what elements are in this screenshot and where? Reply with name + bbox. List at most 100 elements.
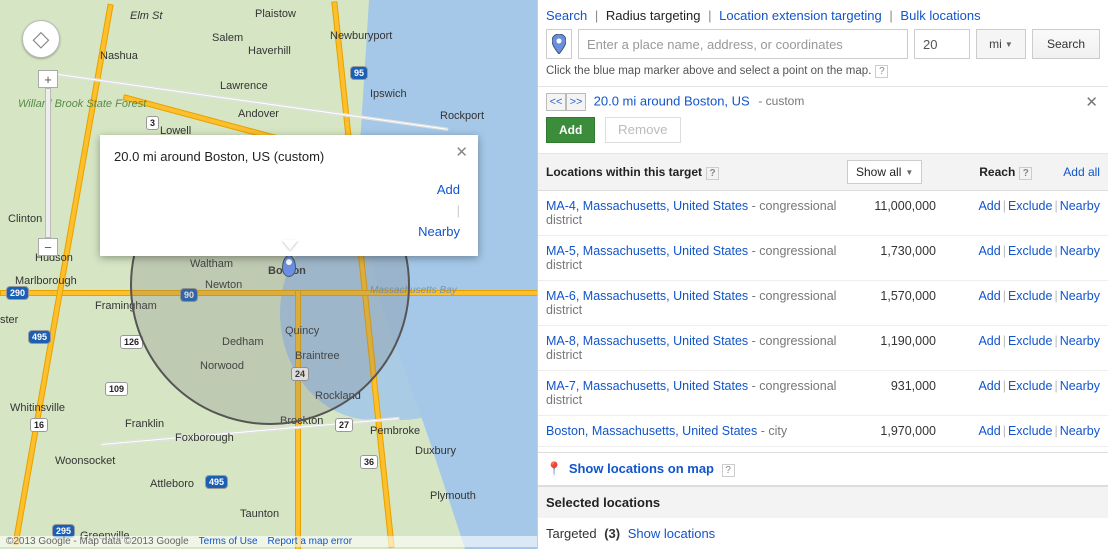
table-row: MA-6, Massachusetts, United States - con…: [538, 281, 1108, 326]
location-name[interactable]: MA-8, Massachusetts, United States: [546, 334, 748, 348]
tab-radius[interactable]: Radius targeting: [606, 8, 701, 23]
label-ipswich: Ipswich: [370, 88, 407, 100]
label-woonsocket: Woonsocket: [55, 455, 115, 467]
shield-i495b: 495: [205, 475, 228, 489]
row-nearby-link[interactable]: Nearby: [1060, 379, 1100, 393]
header-label: Locations within this target?: [546, 165, 816, 180]
label-franklin: Franklin: [125, 418, 164, 430]
row-actions: Add|Exclude|Nearby: [978, 334, 1100, 348]
tab-extension[interactable]: Location extension targeting: [719, 8, 882, 23]
row-add-link[interactable]: Add: [978, 334, 1000, 348]
place-input[interactable]: [578, 29, 908, 59]
label-duxbury: Duxbury: [415, 445, 456, 457]
targeted-label: Targeted: [546, 526, 597, 541]
targeting-tabs: Search | Radius targeting | Location ext…: [538, 0, 1108, 29]
label-plymouth: Plymouth: [430, 490, 476, 502]
distance-input[interactable]: [914, 29, 970, 59]
map-marker-icon[interactable]: [282, 255, 296, 277]
show-all-dropdown[interactable]: Show all▼: [847, 160, 922, 184]
location-name[interactable]: MA-5, Massachusetts, United States: [546, 244, 748, 258]
row-nearby-link[interactable]: Nearby: [1060, 424, 1100, 438]
map-canvas[interactable]: Massachusetts Bay Boston Newton Waltham …: [0, 0, 538, 549]
row-exclude-link[interactable]: Exclude: [1008, 244, 1052, 258]
unit-select[interactable]: mi▼: [976, 29, 1026, 59]
label-attleboro: Attleboro: [150, 478, 194, 490]
zoom-in-button[interactable]: +: [38, 70, 58, 88]
row-add-link[interactable]: Add: [978, 289, 1000, 303]
row-actions: Add|Exclude|Nearby: [978, 289, 1100, 303]
tab-search[interactable]: Search: [546, 8, 587, 23]
row-exclude-link[interactable]: Exclude: [1008, 289, 1052, 303]
chevron-down-icon: ▼: [905, 168, 913, 177]
row-add-link[interactable]: Add: [978, 379, 1000, 393]
help-icon[interactable]: ?: [875, 65, 888, 78]
popup-divider: |: [457, 203, 460, 218]
reach-value: 11,000,000: [846, 199, 936, 213]
add-button[interactable]: Add: [546, 117, 595, 143]
row-nearby-link[interactable]: Nearby: [1060, 199, 1100, 213]
show-on-map-row: 📍 Show locations on map ?: [538, 452, 1108, 486]
pan-control[interactable]: [22, 20, 60, 58]
row-add-link[interactable]: Add: [978, 244, 1000, 258]
close-icon[interactable]: ✕: [1085, 93, 1098, 111]
zoom-slider[interactable]: [45, 88, 51, 238]
help-icon[interactable]: ?: [706, 167, 719, 180]
location-name[interactable]: MA-6, Massachusetts, United States: [546, 289, 748, 303]
search-hint: Click the blue map marker above and sele…: [538, 65, 1108, 86]
table-row: MA-4, Massachusetts, United States - con…: [538, 191, 1108, 236]
row-actions: Add|Exclude|Nearby: [978, 199, 1100, 213]
label-pembroke: Pembroke: [370, 425, 420, 437]
map-report-link[interactable]: Report a map error: [268, 536, 352, 547]
tab-bulk[interactable]: Bulk locations: [900, 8, 980, 23]
show-locations-on-map-link[interactable]: Show locations on map: [569, 461, 714, 476]
shield-27: 27: [335, 418, 353, 432]
marker-toggle-button[interactable]: [546, 29, 572, 59]
show-locations-link[interactable]: Show locations: [628, 526, 715, 541]
header-reach: Reach?: [942, 165, 1032, 180]
prev-button[interactable]: <<: [546, 93, 566, 111]
location-type: - city: [761, 424, 787, 438]
table-row: MA-7, Massachusetts, United States - con…: [538, 371, 1108, 416]
location-name[interactable]: Boston, Massachusetts, United States: [546, 424, 757, 438]
row-actions: Add|Exclude|Nearby: [978, 424, 1100, 438]
search-button[interactable]: Search: [1032, 29, 1100, 59]
row-exclude-link[interactable]: Exclude: [1008, 199, 1052, 213]
reach-value: 1,570,000: [846, 289, 936, 303]
row-exclude-link[interactable]: Exclude: [1008, 424, 1052, 438]
help-icon[interactable]: ?: [1019, 167, 1032, 180]
selection-name[interactable]: 20.0 mi around Boston, US: [594, 93, 750, 108]
location-cell: MA-7, Massachusetts, United States - con…: [546, 379, 846, 407]
row-nearby-link[interactable]: Nearby: [1060, 244, 1100, 258]
row-exclude-link[interactable]: Exclude: [1008, 334, 1052, 348]
targeted-count: (3): [604, 526, 620, 541]
popup-nearby-link[interactable]: Nearby: [418, 224, 460, 239]
locations-list: MA-4, Massachusetts, United States - con…: [538, 191, 1108, 452]
table-row: Boston, Massachusetts, United States - c…: [538, 416, 1108, 447]
row-nearby-link[interactable]: Nearby: [1060, 289, 1100, 303]
help-icon[interactable]: ?: [722, 464, 735, 477]
row-nearby-link[interactable]: Nearby: [1060, 334, 1100, 348]
zoom-control[interactable]: + −: [38, 70, 58, 256]
label-andover: Andover: [238, 108, 279, 120]
add-all-link[interactable]: Add all: [1063, 165, 1100, 179]
row-add-link[interactable]: Add: [978, 424, 1000, 438]
location-cell: MA-4, Massachusetts, United States - con…: [546, 199, 846, 227]
zoom-out-button[interactable]: −: [38, 238, 58, 256]
table-row: MA-5, Massachusetts, United States - con…: [538, 236, 1108, 281]
popup-add-link[interactable]: Add: [437, 182, 460, 197]
label-lawrence: Lawrence: [220, 80, 268, 92]
map-terms-link[interactable]: Terms of Use: [199, 536, 258, 547]
row-add-link[interactable]: Add: [978, 199, 1000, 213]
targeted-row: Targeted (3) Show locations: [538, 518, 1108, 549]
shield-109: 109: [105, 382, 128, 396]
reach-value: 931,000: [846, 379, 936, 393]
location-cell: MA-6, Massachusetts, United States - con…: [546, 289, 846, 317]
label-rockport: Rockport: [440, 110, 484, 122]
location-name[interactable]: MA-4, Massachusetts, United States: [546, 199, 748, 213]
remove-button: Remove: [605, 117, 681, 143]
row-exclude-link[interactable]: Exclude: [1008, 379, 1052, 393]
next-button[interactable]: >>: [566, 93, 586, 111]
location-name[interactable]: MA-7, Massachusetts, United States: [546, 379, 748, 393]
location-cell: MA-8, Massachusetts, United States - con…: [546, 334, 846, 362]
close-icon[interactable]: ✕: [455, 143, 468, 161]
